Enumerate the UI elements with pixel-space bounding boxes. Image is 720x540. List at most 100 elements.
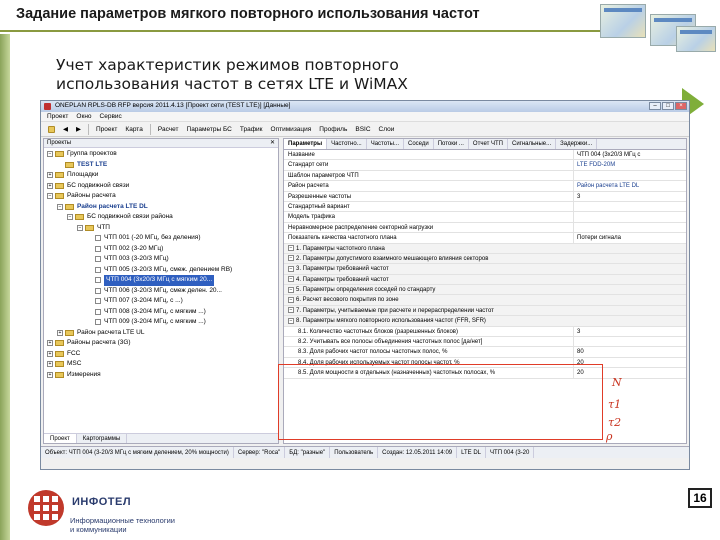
property-row[interactable]: Название ЧТП 004 (3x20/3 МГц с — [284, 150, 686, 161]
collapse-icon[interactable]: − — [288, 265, 294, 272]
property-row[interactable]: Район расчета Район расчета LTE DL — [284, 181, 686, 192]
tree-item[interactable]: + MSC — [44, 359, 278, 370]
toolbar-profile[interactable]: Профиль — [316, 124, 350, 135]
tree-item[interactable]: − Районы расчета — [44, 191, 278, 202]
property-value[interactable]: Район расчета LTE DL — [574, 181, 686, 190]
properties-tab[interactable]: Частотно... — [327, 139, 367, 149]
expand-icon[interactable]: + — [47, 340, 53, 347]
property-group[interactable]: −3. Параметры требований частот — [284, 264, 686, 275]
tree-item[interactable]: + Район расчета LTE UL — [44, 328, 278, 339]
tree-item[interactable]: ЧТП 004 (3x20/3 МГц с мягким 20... — [44, 275, 278, 286]
toolbar-calc[interactable]: Расчет — [155, 124, 182, 135]
property-group[interactable]: −4. Параметры требований частот — [284, 274, 686, 286]
property-value[interactable] — [574, 171, 686, 180]
property-row[interactable]: Неравномерное распределение секторной на… — [284, 222, 686, 234]
expand-icon[interactable]: + — [47, 350, 53, 357]
toolbar-bs-params[interactable]: Параметры БС — [184, 124, 235, 135]
property-row[interactable]: Модель трафика — [284, 212, 686, 223]
property-row[interactable]: 8.1. Количество частотных блоков (разреш… — [284, 326, 686, 338]
tree-item[interactable]: ЧТП 007 (3-20/4 МГц, с ...) — [44, 296, 278, 307]
property-row[interactable]: Шаблон параметров ЧТП — [284, 170, 686, 182]
property-value[interactable]: LTE FDD-20M — [574, 160, 686, 169]
collapse-icon[interactable]: − — [288, 296, 294, 303]
toolbar-traffic[interactable]: Трафик — [237, 124, 266, 135]
collapse-icon[interactable]: − — [67, 214, 73, 221]
collapse-icon[interactable]: − — [288, 244, 294, 251]
tree-item[interactable]: ЧТП 002 (3-20 МГц) — [44, 244, 278, 255]
tree-item[interactable]: ЧТП 003 (3-20/3 МГц) — [44, 254, 278, 265]
tree-item[interactable]: − БС подвижной связи района — [44, 212, 278, 223]
collapse-icon[interactable]: − — [288, 286, 294, 293]
property-group[interactable]: −8. Параметры мягкого повторного использ… — [284, 316, 686, 327]
property-value[interactable]: Потери сигнала — [574, 233, 686, 242]
close-button[interactable]: × — [675, 102, 687, 110]
collapse-icon[interactable]: − — [288, 255, 294, 262]
property-value[interactable]: 3 — [574, 327, 686, 336]
collapse-icon[interactable]: − — [47, 151, 53, 158]
property-value[interactable]: 80 — [574, 347, 686, 356]
property-value[interactable]: ЧТП 004 (3x20/3 МГц с — [574, 150, 686, 159]
property-group[interactable]: −6. Расчет весового покрытия по зоне — [284, 295, 686, 306]
tree-item[interactable]: ЧТП 005 (3-20/3 МГц, смеж. делением RB) — [44, 265, 278, 276]
tree-item[interactable]: − Группа проектов — [44, 149, 278, 160]
property-group[interactable]: −1. Параметры частотного плана — [284, 243, 686, 254]
property-row[interactable]: 8.2. Учитывать все полосы объединения ча… — [284, 337, 686, 348]
collapse-icon[interactable]: − — [288, 276, 294, 283]
menu-window[interactable]: Окно — [76, 113, 91, 120]
properties-tab[interactable]: Частоты... — [367, 139, 404, 149]
properties-tab[interactable]: Соседи — [404, 139, 434, 149]
tab-cartograms[interactable]: Картограммы — [77, 434, 128, 443]
property-value[interactable] — [574, 212, 686, 221]
properties-tab[interactable]: Параметры — [284, 139, 328, 149]
expand-icon[interactable]: + — [47, 361, 53, 368]
expand-icon[interactable]: + — [47, 182, 53, 189]
tree-item[interactable]: TEST LTE — [44, 160, 278, 171]
property-value[interactable] — [574, 337, 686, 346]
property-row[interactable]: Показатель качества частотного плана Поте… — [284, 233, 686, 244]
properties-tab[interactable]: Сигнальные... — [508, 139, 557, 149]
minimize-button[interactable]: – — [649, 102, 661, 110]
tree-item[interactable]: ЧТП 008 (3-20/4 МГц, с мягким ...) — [44, 307, 278, 318]
tab-project[interactable]: Проект — [44, 434, 77, 443]
tree-item[interactable]: ЧТП 006 (3-20/3 МГц, смеж делен. 20... — [44, 286, 278, 297]
property-row[interactable]: Стандарт сети LTE FDD-20M — [284, 160, 686, 171]
property-row[interactable]: 8.3. Доля рабочих частот полосы частотны… — [284, 347, 686, 358]
properties-tab[interactable]: Отчет ЧТП — [469, 139, 508, 149]
properties-tab[interactable]: Задержки... — [556, 139, 598, 149]
property-row[interactable]: Разрешенные частоты 3 — [284, 191, 686, 202]
collapse-icon[interactable]: − — [288, 307, 294, 314]
toolbar-optimization[interactable]: Оптимизация — [268, 124, 315, 135]
collapse-icon[interactable]: − — [77, 224, 83, 231]
toolbar-project[interactable]: Проект — [93, 124, 120, 135]
tree-item[interactable]: + FCC — [44, 349, 278, 360]
property-value[interactable] — [574, 202, 686, 211]
toolbar-forward-icon[interactable]: ▶ — [73, 124, 84, 135]
tree-item[interactable]: + Площадки — [44, 170, 278, 181]
menu-project[interactable]: Проект — [47, 113, 68, 120]
tree-item[interactable]: ЧТП 001 (-20 МГц, без деления) — [44, 233, 278, 244]
property-value[interactable] — [574, 223, 686, 232]
expand-icon[interactable]: + — [47, 172, 53, 179]
property-row[interactable]: Стандартный вариант — [284, 201, 686, 213]
collapse-icon[interactable]: − — [47, 193, 53, 200]
toolbar-open-icon[interactable] — [45, 124, 58, 135]
property-group[interactable]: −2. Параметры допустимого взаимного меша… — [284, 253, 686, 265]
toolbar-layers[interactable]: Слои — [376, 124, 398, 135]
properties-tab[interactable]: Потоки ... — [434, 139, 469, 149]
collapse-icon[interactable]: − — [57, 203, 63, 210]
tree-item[interactable]: ЧТП 009 (3-20/4 МГц, с мягким ...) — [44, 317, 278, 328]
expand-icon[interactable]: + — [47, 371, 53, 378]
maximize-button[interactable]: □ — [662, 102, 674, 110]
collapse-icon[interactable]: − — [288, 317, 294, 324]
property-value[interactable]: 3 — [574, 192, 686, 201]
property-group[interactable]: −5. Параметры определения соседей по ста… — [284, 285, 686, 296]
menu-service[interactable]: Сервис — [100, 113, 122, 120]
toolbar-map[interactable]: Карта — [122, 124, 145, 135]
close-pane-icon[interactable]: ✕ — [270, 139, 275, 148]
expand-icon[interactable]: + — [57, 329, 63, 336]
property-group[interactable]: −7. Параметры, учитываемые при расчете и… — [284, 305, 686, 317]
tree-item[interactable]: + Районы расчета (3G) — [44, 338, 278, 349]
toolbar-bsic[interactable]: BSIC — [352, 124, 373, 135]
tree-item[interactable]: + Измерения — [44, 370, 278, 381]
tree-item[interactable]: − Район расчета LTE DL — [44, 202, 278, 213]
